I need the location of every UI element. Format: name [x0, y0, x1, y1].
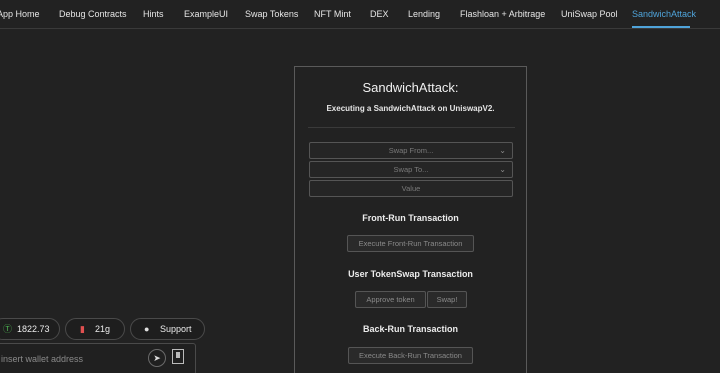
support-button[interactable]: ● Support — [130, 318, 205, 340]
chevron-down-icon: ⌄ — [499, 146, 506, 155]
card-subtitle: Executing a SandwichAttack on UniswapV2. — [326, 104, 495, 113]
swap-to-placeholder: Swap To... — [393, 165, 429, 174]
wallet-address-input[interactable] — [1, 352, 129, 366]
value-input[interactable]: Value — [309, 180, 513, 197]
nav-item-uniswap-pool[interactable]: UniSwap Pool — [561, 9, 618, 19]
wallet-address-box: ➤ — [0, 343, 196, 373]
dollar-circle-icon: Ⓣ — [3, 324, 13, 334]
execute-back-run-button[interactable]: Execute Back-Run Transaction — [348, 347, 473, 364]
value-placeholder: Value — [401, 184, 421, 193]
top-navigation: App Home Debug Contracts Hints ExampleUI… — [0, 0, 720, 29]
card-title: SandwichAttack: — [362, 80, 459, 95]
eth-price-badge[interactable]: Ⓣ 1822.73 — [0, 318, 60, 340]
send-icon[interactable]: ➤ — [148, 349, 166, 367]
gas-price-value: 21g — [95, 324, 111, 334]
nav-item-debug-contracts[interactable]: Debug Contracts — [59, 9, 127, 19]
qr-scan-icon[interactable] — [172, 349, 184, 364]
eth-price-value: 1822.73 — [17, 324, 50, 334]
swap-from-select[interactable]: Swap From... ⌄ — [309, 142, 513, 159]
execute-front-run-button[interactable]: Execute Front-Run Transaction — [347, 235, 474, 252]
gas-price-badge[interactable]: ▮ 21g — [65, 318, 125, 340]
chevron-down-icon: ⌄ — [499, 165, 506, 174]
back-run-title: Back-Run Transaction — [362, 324, 459, 334]
nav-item-dex[interactable]: DEX — [370, 9, 389, 19]
nav-item-lending[interactable]: Lending — [408, 9, 440, 19]
approve-token-button[interactable]: Approve token — [355, 291, 426, 308]
nav-item-nft-mint[interactable]: NFT Mint — [314, 9, 351, 19]
app-root: App Home Debug Contracts Hints ExampleUI… — [0, 0, 720, 373]
swap-button[interactable]: Swap! — [427, 291, 467, 308]
gas-pump-icon: ▮ — [80, 324, 85, 334]
front-run-title: Front-Run Transaction — [362, 213, 459, 223]
swap-to-select[interactable]: Swap To... ⌄ — [309, 161, 513, 178]
active-tab-indicator — [632, 26, 690, 28]
nav-item-app-home[interactable]: App Home — [0, 9, 40, 19]
scan-icon-detail — [176, 352, 180, 358]
nav-item-hints[interactable]: Hints — [143, 9, 164, 19]
nav-item-flashloan-arbitrage[interactable]: Flashloan + Arbitrage — [460, 9, 545, 19]
nav-item-sandwich-attack[interactable]: SandwichAttack — [632, 9, 696, 19]
nav-item-example-ui[interactable]: ExampleUI — [184, 9, 228, 19]
swap-from-placeholder: Swap From... — [388, 146, 434, 155]
sandwich-attack-card: SandwichAttack: Executing a SandwichAtta… — [294, 66, 527, 373]
divider — [308, 127, 515, 128]
nav-item-swap-tokens[interactable]: Swap Tokens — [245, 9, 298, 19]
support-label: Support — [160, 324, 192, 334]
chat-bubble-icon: ● — [144, 324, 150, 334]
user-swap-title: User TokenSwap Transaction — [348, 269, 473, 279]
